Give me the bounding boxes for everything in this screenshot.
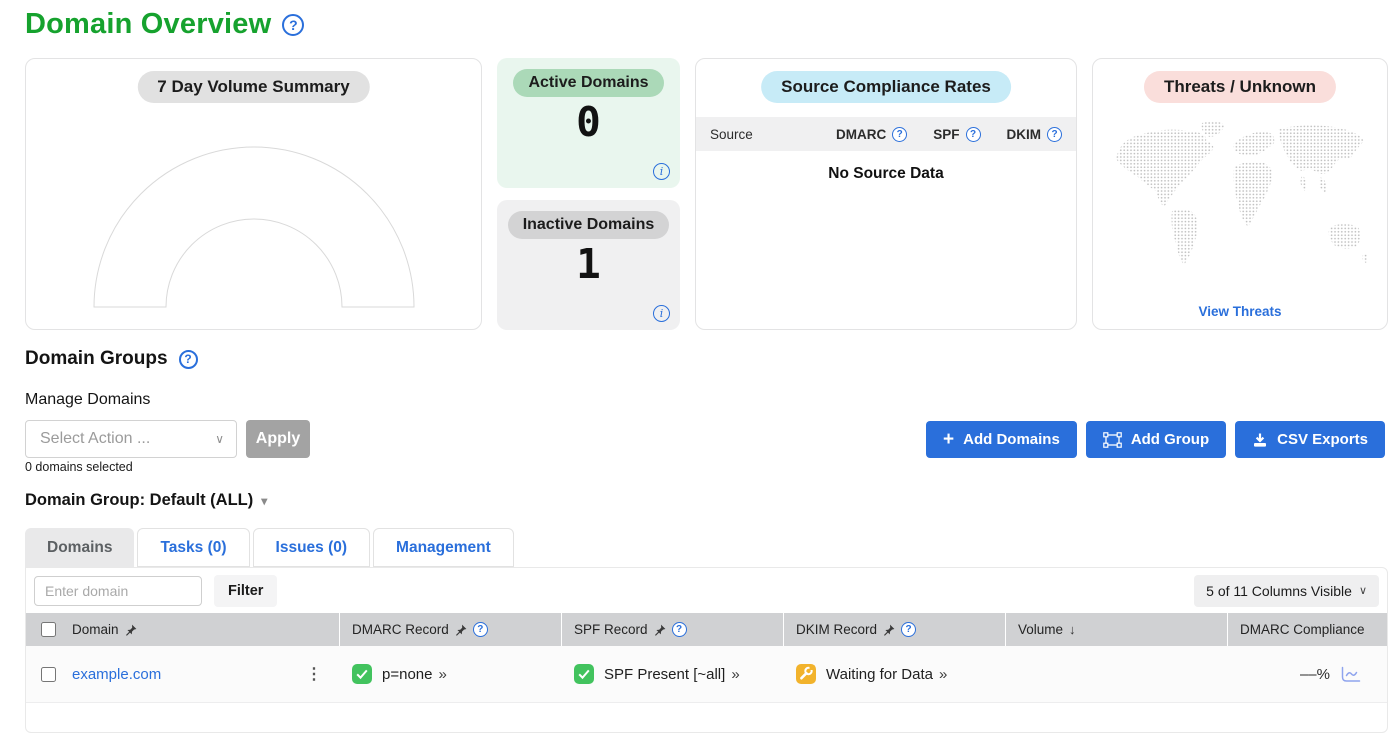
active-domains-card: Active Domains 0 i (497, 58, 680, 188)
domain-groups-help-icon[interactable]: ? (179, 350, 198, 369)
source-compliance-title: Source Compliance Rates (761, 71, 1011, 103)
inactive-domains-title: Inactive Domains (508, 211, 670, 239)
select-all-checkbox[interactable] (41, 622, 56, 637)
column-header-dkim-record[interactable]: DKIM Record ? (784, 613, 1006, 646)
pin-icon[interactable] (654, 624, 666, 636)
chevron-down-icon: ∨ (1359, 584, 1367, 597)
no-source-data-text: No Source Data (696, 165, 1076, 183)
volume-summary-title: 7 Day Volume Summary (137, 71, 369, 103)
domain-group-tabs: Domains Tasks (0) Issues (0) Management (25, 528, 514, 567)
page-help-icon[interactable]: ? (282, 14, 304, 36)
check-icon (352, 664, 372, 684)
volume-cell (1006, 646, 1228, 702)
inactive-domains-count: 1 (497, 242, 680, 287)
domain-count-cards: Active Domains 0 i Inactive Domains 1 i (497, 58, 680, 330)
dkim-column-label: DKIM (1007, 127, 1042, 142)
add-group-button[interactable]: Add Group (1086, 421, 1226, 458)
tab-issues[interactable]: Issues (0) (253, 528, 371, 567)
domain-action-buttons: + Add Domains Add Group (926, 421, 1385, 458)
expand-chevron-icon: » (731, 666, 739, 683)
dmarc-help-icon[interactable]: ? (892, 127, 907, 142)
domain-overview-page: Domain Overview ? 7 Day Volume Summary A… (0, 0, 1400, 744)
spf-column-label: SPF (933, 127, 959, 142)
action-select[interactable]: Select Action ... ∨ (25, 420, 237, 458)
action-select-value: Select Action ... (40, 430, 150, 448)
kebab-menu-icon[interactable]: ⋮ (302, 664, 326, 684)
row-checkbox[interactable] (41, 667, 56, 682)
pin-icon[interactable] (125, 624, 137, 636)
active-domains-count: 0 (497, 100, 680, 145)
threats-title: Threats / Unknown (1144, 71, 1336, 103)
source-compliance-card: Source Compliance Rates Source DMARC ? S… (695, 58, 1077, 330)
summary-cards-row: 7 Day Volume Summary Active Domains 0 i … (25, 58, 1388, 330)
inactive-domains-card: Inactive Domains 1 i (497, 200, 680, 330)
spf-record-cell[interactable]: SPF Present [~all] » (562, 646, 784, 702)
active-domains-title: Active Domains (513, 69, 663, 97)
sparkline-chart-icon[interactable] (1339, 666, 1361, 683)
active-domains-info-icon[interactable]: i (653, 163, 670, 180)
expand-chevron-icon: » (939, 666, 947, 683)
tab-management[interactable]: Management (373, 528, 514, 567)
dmarc-record-cell[interactable]: p=none » (340, 646, 562, 702)
tab-tasks[interactable]: Tasks (0) (137, 528, 249, 567)
domain-cell: example.com ⋮ (60, 646, 340, 702)
column-header-volume[interactable]: Volume ↓ (1006, 613, 1228, 646)
domain-group-selector[interactable]: Domain Group: Default (ALL) ▾ (25, 491, 267, 510)
page-header: Domain Overview ? (25, 8, 304, 41)
table-filter-bar: Filter 5 of 11 Columns Visible ∨ (26, 568, 1387, 613)
domain-link[interactable]: example.com (72, 666, 161, 683)
spf-record-help-icon[interactable]: ? (672, 622, 687, 637)
view-threats-link[interactable]: View Threats (1093, 304, 1387, 319)
threats-card: Threats / Unknown (1092, 58, 1388, 330)
manage-domains-label: Manage Domains (25, 391, 150, 409)
volume-summary-card: 7 Day Volume Summary (25, 58, 482, 330)
apply-button[interactable]: Apply (246, 420, 310, 458)
source-compliance-header-row: Source DMARC ? SPF ? DKIM ? (696, 117, 1076, 151)
add-domains-button[interactable]: + Add Domains (926, 421, 1077, 458)
columns-visible-button[interactable]: 5 of 11 Columns Visible ∨ (1194, 575, 1379, 607)
wrench-icon (796, 664, 816, 684)
domains-selected-note: 0 domains selected (25, 460, 133, 474)
filter-button[interactable]: Filter (214, 575, 277, 607)
domain-filter-input[interactable] (34, 576, 202, 606)
domains-table: Filter 5 of 11 Columns Visible ∨ Domain (25, 567, 1388, 733)
expand-chevron-icon: » (438, 666, 446, 683)
column-header-dmarc-compliance[interactable]: DMARC Compliance (1228, 613, 1387, 646)
domain-groups-header: Domain Groups ? (25, 348, 198, 370)
column-header-domain[interactable]: Domain (60, 613, 340, 646)
csv-exports-button[interactable]: CSV Exports (1235, 421, 1385, 458)
dkim-record-cell[interactable]: Waiting for Data » (784, 646, 1006, 702)
column-header-spf-record[interactable]: SPF Record ? (562, 613, 784, 646)
page-title: Domain Overview (25, 8, 271, 41)
world-map-image (1106, 115, 1376, 277)
pin-icon[interactable] (883, 624, 895, 636)
column-header-dmarc-record[interactable]: DMARC Record ? (340, 613, 562, 646)
dmarc-column-label: DMARC (836, 127, 886, 142)
tab-domains[interactable]: Domains (25, 528, 134, 567)
pin-icon[interactable] (455, 624, 467, 636)
dkim-record-help-icon[interactable]: ? (901, 622, 916, 637)
plus-icon: + (943, 430, 954, 449)
volume-gauge-chart (89, 141, 419, 313)
table-header-row: Domain DMARC Record ? SPF Record (26, 613, 1387, 646)
compliance-value: ––% (1300, 666, 1330, 683)
source-column-label: Source (710, 127, 810, 142)
domain-groups-heading: Domain Groups (25, 348, 168, 370)
download-icon (1252, 432, 1268, 448)
dmarc-record-help-icon[interactable]: ? (473, 622, 488, 637)
group-icon (1103, 432, 1122, 448)
inactive-domains-info-icon[interactable]: i (653, 305, 670, 322)
dmarc-compliance-cell: ––% (1228, 646, 1387, 702)
spf-help-icon[interactable]: ? (966, 127, 981, 142)
sort-descending-icon: ↓ (1069, 622, 1076, 637)
dkim-help-icon[interactable]: ? (1047, 127, 1062, 142)
caret-down-icon: ▾ (261, 494, 267, 508)
chevron-down-icon: ∨ (215, 432, 224, 446)
check-icon (574, 664, 594, 684)
table-row: example.com ⋮ p=none » SPF Present (26, 646, 1387, 703)
